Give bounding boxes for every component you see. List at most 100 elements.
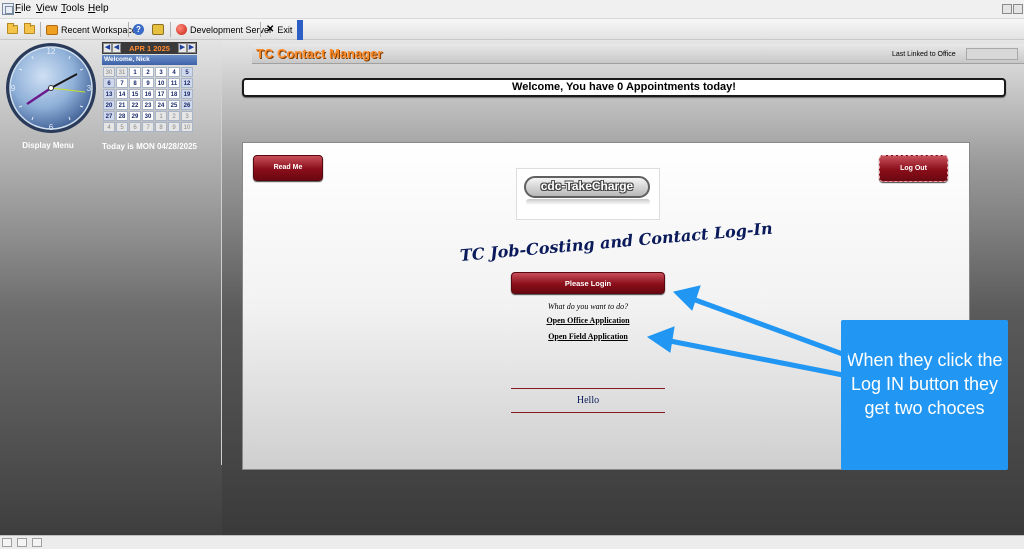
calendar-day[interactable]: 14	[116, 89, 128, 99]
exit-label: Exit	[277, 24, 293, 35]
calendar-day[interactable]: 17	[155, 89, 167, 99]
calendar-day[interactable]: 9	[168, 122, 180, 132]
calendar-day[interactable]: 10	[155, 78, 167, 88]
calendar-day[interactable]: 29	[129, 111, 141, 121]
welcome-banner: Welcome, You have 0 Appointments today!	[242, 78, 1006, 97]
menu-file[interactable]: File	[15, 3, 31, 14]
please-login-button[interactable]: Please Login	[511, 272, 665, 294]
calendar-day[interactable]: 13	[103, 89, 115, 99]
calendar-day[interactable]: 31	[116, 67, 128, 77]
calendar-day[interactable]: 8	[129, 78, 141, 88]
calendar-day[interactable]: 10	[181, 122, 193, 132]
calendar-day[interactable]: 12	[181, 78, 193, 88]
clock-number: 6	[49, 123, 54, 132]
calendar-prev-year-button[interactable]: ◀	[103, 43, 112, 53]
calendar-day[interactable]: 2	[142, 67, 154, 77]
toolbar: Recent Workspaces ? Development Server ✕…	[0, 19, 1024, 40]
open-office-application-link[interactable]: Open Office Application	[488, 316, 688, 325]
calendar-grid: 30 31 1 2 3 4 5 6 7 8 9 10 11 12 13 14 15 16 17 18 19 20 21 22 2…	[103, 67, 197, 132]
calendar-prev-month-button[interactable]: ◀	[112, 43, 121, 53]
close-icon: ✕	[266, 24, 275, 35]
calendar-day[interactable]: 5	[181, 67, 193, 77]
workspaces-icon	[46, 24, 58, 35]
display-menu-label[interactable]: Display Menu	[6, 141, 90, 150]
calendar-day[interactable]: 11	[168, 78, 180, 88]
log-out-button[interactable]: Log Out	[879, 155, 948, 182]
calendar-welcome: Welcome, Nick	[102, 55, 197, 65]
toolbar-separator	[170, 22, 171, 37]
restore-window-icon[interactable]	[1002, 4, 1012, 14]
divider-line	[511, 412, 665, 413]
calendar-day[interactable]: 30	[103, 67, 115, 77]
settings-icon	[152, 24, 164, 35]
settings-button[interactable]	[148, 20, 168, 39]
calendar-day[interactable]: 5	[116, 122, 128, 132]
toolbar-accent	[297, 20, 303, 40]
exit-button[interactable]: ✕ Exit	[262, 20, 296, 39]
read-me-button[interactable]: Read Me	[253, 155, 323, 181]
calendar-day[interactable]: 19	[181, 89, 193, 99]
app-icon	[2, 3, 14, 15]
calendar-day[interactable]: 20	[103, 100, 115, 110]
folder-open-icon	[24, 23, 35, 34]
calendar-day[interactable]: 6	[129, 122, 141, 132]
menu-tools[interactable]: Tools	[61, 3, 84, 14]
calendar-day[interactable]: 24	[155, 100, 167, 110]
logo-reflection	[526, 199, 650, 205]
calendar-day[interactable]: 7	[142, 122, 154, 132]
open-field-application-link[interactable]: Open Field Application	[488, 332, 688, 341]
calendar-day[interactable]: 27	[103, 111, 115, 121]
close-window-icon[interactable]	[1013, 4, 1023, 14]
server-status-icon	[176, 24, 187, 35]
toolbar-separator	[40, 22, 41, 37]
status-pane	[17, 538, 27, 547]
calendar-day[interactable]: 16	[142, 89, 154, 99]
open-folder-alt-button[interactable]	[20, 20, 39, 39]
calendar-next-year-button[interactable]: ▶	[187, 43, 196, 53]
divider-line	[511, 388, 665, 389]
login-question: What do you want to do?	[547, 302, 629, 311]
calendar-day[interactable]: 2	[168, 111, 180, 121]
calendar-day[interactable]: 7	[116, 78, 128, 88]
calendar-day[interactable]: 23	[142, 100, 154, 110]
app-title: TC Contact Manager	[256, 46, 383, 61]
clock-pivot	[48, 85, 54, 91]
calendar-day[interactable]: 18	[168, 89, 180, 99]
last-linked-label: Last Linked to Office	[892, 51, 956, 58]
clock-number: 3	[87, 84, 92, 93]
calendar-day[interactable]: 3	[181, 111, 193, 121]
status-bar	[0, 535, 1024, 549]
today-label: Today is MON 04/28/2025	[102, 142, 198, 151]
calendar-day[interactable]: 1	[129, 67, 141, 77]
menu-help[interactable]: Help	[88, 3, 109, 14]
calendar-header: ◀ ◀ APR 1 2025 ▶ ▶	[102, 42, 197, 54]
calendar-day[interactable]: 6	[103, 78, 115, 88]
toolbar-separator	[260, 22, 261, 37]
help-icon: ?	[133, 24, 144, 35]
calendar-day[interactable]: 22	[129, 100, 141, 110]
calendar-day[interactable]: 4	[168, 67, 180, 77]
calendar-day[interactable]: 30	[142, 111, 154, 121]
calendar-day[interactable]: 8	[155, 122, 167, 132]
calendar-day[interactable]: 28	[116, 111, 128, 121]
annotation-callout: When they click the Log IN button they g…	[841, 320, 1008, 470]
last-linked-value	[966, 48, 1018, 60]
analog-clock[interactable]: 12 3 6 9	[5, 42, 97, 134]
calendar-day[interactable]: 25	[168, 100, 180, 110]
status-pane	[2, 538, 12, 547]
calendar-day[interactable]: 21	[116, 100, 128, 110]
calendar-day[interactable]: 9	[142, 78, 154, 88]
hello-text: Hello	[576, 395, 600, 406]
calendar-day[interactable]: 4	[103, 122, 115, 132]
help-button[interactable]: ?	[129, 20, 148, 39]
folder-icon	[7, 23, 18, 34]
calendar-day[interactable]: 15	[129, 89, 141, 99]
calendar-day[interactable]: 26	[181, 100, 193, 110]
menu-view[interactable]: View	[36, 3, 58, 14]
menu-bar: File View Tools Help	[0, 0, 1024, 19]
calendar-day[interactable]: 3	[155, 67, 167, 77]
clock-number: 12	[47, 47, 56, 56]
calendar-next-month-button[interactable]: ▶	[178, 43, 187, 53]
logo-text: cdc-TakeCharge	[524, 176, 650, 198]
calendar-day[interactable]: 1	[155, 111, 167, 121]
